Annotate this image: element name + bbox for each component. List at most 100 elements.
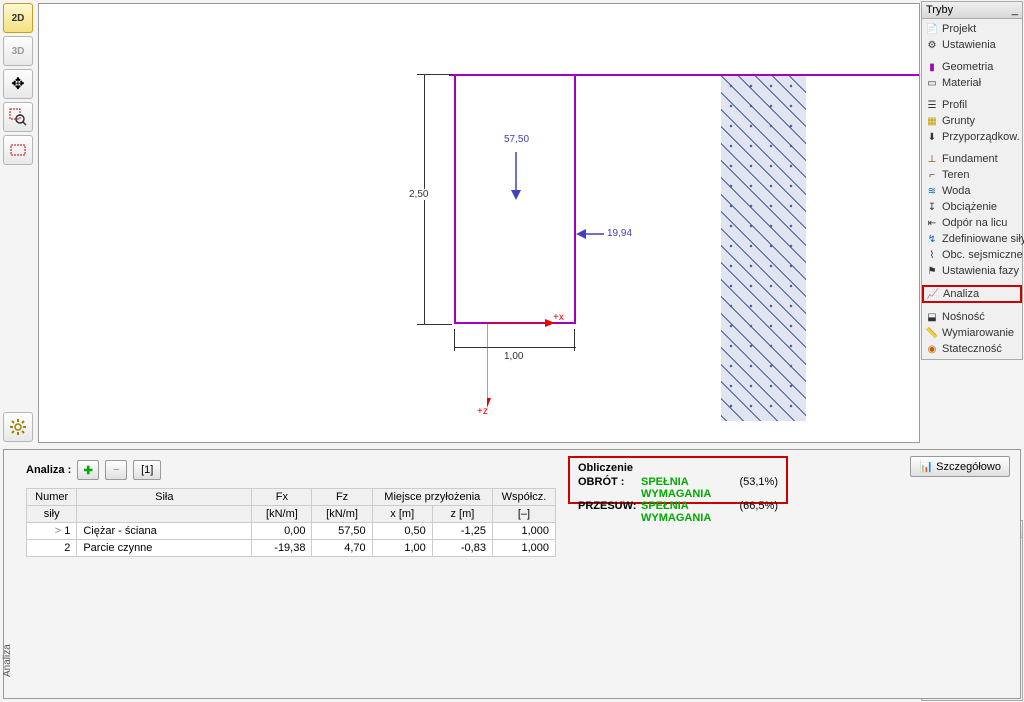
mode-item-label: Fundament (942, 153, 998, 165)
profile-icon: ☰ (926, 99, 938, 111)
minus-icon: − (113, 464, 119, 476)
calc-title: Obliczenie (578, 462, 778, 474)
mode-item-label: Nośność (942, 311, 985, 323)
mode-item-grunty[interactable]: ▦ Grunty (922, 113, 1022, 129)
modes-panel-header: Tryby _ (921, 1, 1023, 19)
rotation-label: OBRÓT : (578, 476, 633, 500)
add-button[interactable]: ✚ (77, 460, 99, 480)
mode-item-analiza[interactable]: 📈 Analiza (922, 285, 1022, 303)
mode-item-label: Teren (942, 169, 970, 181)
fit-view-button[interactable] (3, 135, 33, 165)
detail-icon: 📊 (919, 460, 933, 473)
dim-height: 2,50 (407, 189, 430, 200)
plus-icon: ✚ (84, 464, 93, 477)
table-row[interactable]: > 1 Ciężar - ściana 0,00 57,50 0,50 -1,2… (27, 523, 556, 540)
phase-icon: ⚑ (926, 265, 938, 277)
fit-icon (9, 141, 27, 159)
zoom-region-button[interactable] (3, 102, 33, 132)
load-horizontal: 19,94 (605, 228, 634, 239)
mode-item-profil[interactable]: ☰ Profil (922, 97, 1022, 113)
mode-item-label: Obc. sejsmiczne (942, 249, 1023, 261)
mode-item-label: Obciążenie (942, 201, 997, 213)
mode-item-label: Ustawienia fazy (942, 265, 1019, 277)
terrain-icon: ⌐ (926, 169, 938, 181)
mode-item-label: Stateczność (942, 343, 1002, 355)
axis-z-label: +z (477, 406, 488, 417)
stability-icon: ◉ (926, 343, 938, 355)
bottom-panel: Analiza Analiza : ✚ − [1] Numer Siła Fx … (3, 449, 1021, 699)
rotation-status: SPEŁNIA WYMAGANIA (641, 476, 731, 500)
resist-icon: ⇤ (926, 217, 938, 229)
soil-hatch (721, 76, 806, 421)
mode-item-zdefiniowanesiy[interactable]: ↯ Zdefiniowane siły (922, 231, 1022, 247)
mode-item-label: Profil (942, 99, 967, 111)
forces-table: Numer Siła Fx Fz Miejsce przyłożenia Wsp… (26, 488, 556, 557)
item-1-button[interactable]: [1] (133, 460, 161, 480)
calculation-panel: Obliczenie OBRÓT : SPEŁNIA WYMAGANIA (53… (568, 456, 788, 504)
geometry-icon: ▮ (926, 61, 938, 73)
mode-item-ustawienia[interactable]: ⚙ Ustawienia (922, 37, 1022, 53)
material-icon: ▭ (926, 77, 938, 89)
drawing-canvas[interactable]: 2,50 1,00 57,50 19,94 +x +z (38, 3, 920, 443)
gear-icon (9, 418, 27, 436)
dim-icon: 📏 (926, 327, 938, 339)
mode-item-label: Projekt (942, 23, 976, 35)
rotation-value: (53,1%) (739, 476, 778, 500)
minimize-icon[interactable]: _ (1012, 4, 1018, 16)
mode-item-label: Wymiarowanie (942, 327, 1014, 339)
mode-item-geometria[interactable]: ▮ Geometria (922, 59, 1022, 75)
remove-button[interactable]: − (105, 460, 127, 480)
pan-button[interactable] (3, 69, 33, 99)
mode-item-obcienie[interactable]: ↧ Obciążenie (922, 199, 1022, 215)
axis-x-label: +x (553, 312, 564, 323)
mode-item-projekt[interactable]: 📄 Projekt (922, 21, 1022, 37)
mode-item-ustawieniafazy[interactable]: ⚑ Ustawienia fazy (922, 263, 1022, 279)
mode-item-materia[interactable]: ▭ Materiał (922, 75, 1022, 91)
analysis-label: Analiza : (26, 464, 71, 476)
slide-value: (66,5%) (739, 500, 778, 524)
mode-item-woda[interactable]: ≋ Woda (922, 183, 1022, 199)
capacity-icon: ⬓ (926, 311, 938, 323)
mode-item-nono[interactable]: ⬓ Nośność (922, 309, 1022, 325)
view-3d-button[interactable]: 3D (3, 36, 33, 66)
foundation-icon: ⊥ (926, 153, 938, 165)
mode-item-fundament[interactable]: ⊥ Fundament (922, 151, 1022, 167)
mode-item-przyporzdkow[interactable]: ⬇ Przyporządkow. (922, 129, 1022, 145)
tab-label-analiza[interactable]: Analiza (2, 644, 13, 677)
soil-icon: ▦ (926, 115, 938, 127)
zoom-region-icon (9, 108, 27, 126)
arrow-down-icon (508, 152, 528, 202)
load-icon: ↧ (926, 201, 938, 213)
mode-item-label: Geometria (942, 61, 993, 73)
arrow-left-icon (576, 226, 606, 242)
view-2d-button[interactable]: 2D (3, 3, 33, 33)
slide-status: SPEŁNIA WYMAGANIA (641, 500, 731, 524)
mode-item-teren[interactable]: ⌐ Teren (922, 167, 1022, 183)
assign-icon: ⬇ (926, 131, 938, 143)
analysis-icon: 📈 (927, 288, 939, 300)
gear-icon: ⚙ (926, 39, 938, 51)
mode-item-stateczno[interactable]: ◉ Stateczność (922, 341, 1022, 357)
forces-icon: ↯ (926, 233, 938, 245)
file-icon: 📄 (926, 23, 938, 35)
mode-item-obcsejsmiczne[interactable]: ⌇ Obc. sejsmiczne (922, 247, 1022, 263)
detail-button[interactable]: 📊 Szczegółowo (910, 456, 1010, 477)
table-row[interactable]: 2 Parcie czynne -19,38 4,70 1,00 -0,83 1… (27, 540, 556, 557)
mode-item-label: Odpór na licu (942, 217, 1007, 229)
settings-button[interactable] (3, 412, 33, 442)
mode-item-label: Woda (942, 185, 971, 197)
slide-label: PRZESUW: (578, 500, 633, 524)
mode-item-wymiarowanie[interactable]: 📏 Wymiarowanie (922, 325, 1022, 341)
mode-item-label: Materiał (942, 77, 981, 89)
axes-icon (487, 318, 567, 418)
mode-item-label: Ustawienia (942, 39, 996, 51)
load-vertical: 57,50 (502, 134, 531, 145)
mode-item-label: Grunty (942, 115, 975, 127)
water-icon: ≋ (926, 185, 938, 197)
mode-item-odprnalicu[interactable]: ⇤ Odpór na licu (922, 215, 1022, 231)
mode-item-label: Analiza (943, 288, 979, 300)
mode-item-label: Przyporządkow. (942, 131, 1020, 143)
seismic-icon: ⌇ (926, 249, 938, 261)
move-icon (11, 74, 24, 94)
mode-item-label: Zdefiniowane siły (942, 233, 1024, 245)
